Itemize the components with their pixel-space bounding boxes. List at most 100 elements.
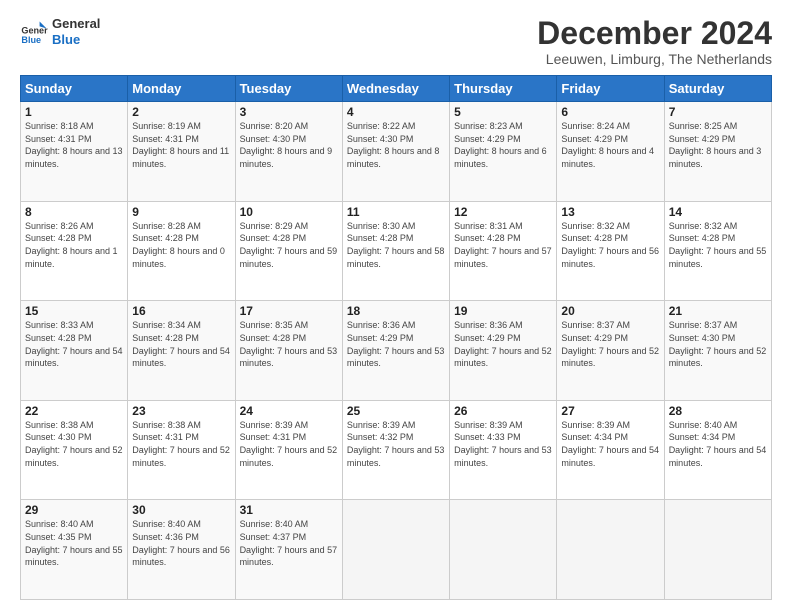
calendar-cell: 8Sunrise: 8:26 AMSunset: 4:28 PMDaylight… <box>21 201 128 301</box>
day-info: Sunrise: 8:19 AMSunset: 4:31 PMDaylight:… <box>132 120 230 170</box>
weekday-monday: Monday <box>128 76 235 102</box>
day-number: 16 <box>132 304 230 318</box>
day-info: Sunrise: 8:22 AMSunset: 4:30 PMDaylight:… <box>347 120 445 170</box>
calendar-cell: 31Sunrise: 8:40 AMSunset: 4:37 PMDayligh… <box>235 500 342 600</box>
day-info: Sunrise: 8:20 AMSunset: 4:30 PMDaylight:… <box>240 120 338 170</box>
week-row-1: 1Sunrise: 8:18 AMSunset: 4:31 PMDaylight… <box>21 102 772 202</box>
day-info: Sunrise: 8:26 AMSunset: 4:28 PMDaylight:… <box>25 220 123 270</box>
day-info: Sunrise: 8:40 AMSunset: 4:34 PMDaylight:… <box>669 419 767 469</box>
day-number: 15 <box>25 304 123 318</box>
day-number: 27 <box>561 404 659 418</box>
calendar-cell: 1Sunrise: 8:18 AMSunset: 4:31 PMDaylight… <box>21 102 128 202</box>
svg-text:Blue: Blue <box>21 35 41 45</box>
day-number: 10 <box>240 205 338 219</box>
calendar-cell: 25Sunrise: 8:39 AMSunset: 4:32 PMDayligh… <box>342 400 449 500</box>
day-number: 6 <box>561 105 659 119</box>
day-number: 3 <box>240 105 338 119</box>
day-info: Sunrise: 8:33 AMSunset: 4:28 PMDaylight:… <box>25 319 123 369</box>
day-number: 22 <box>25 404 123 418</box>
day-number: 1 <box>25 105 123 119</box>
day-number: 21 <box>669 304 767 318</box>
day-info: Sunrise: 8:29 AMSunset: 4:28 PMDaylight:… <box>240 220 338 270</box>
day-info: Sunrise: 8:40 AMSunset: 4:35 PMDaylight:… <box>25 518 123 568</box>
calendar-cell: 30Sunrise: 8:40 AMSunset: 4:36 PMDayligh… <box>128 500 235 600</box>
calendar-cell: 26Sunrise: 8:39 AMSunset: 4:33 PMDayligh… <box>450 400 557 500</box>
day-number: 13 <box>561 205 659 219</box>
day-number: 29 <box>25 503 123 517</box>
month-title: December 2024 <box>537 16 772 51</box>
day-number: 17 <box>240 304 338 318</box>
calendar-cell: 22Sunrise: 8:38 AMSunset: 4:30 PMDayligh… <box>21 400 128 500</box>
day-info: Sunrise: 8:40 AMSunset: 4:37 PMDaylight:… <box>240 518 338 568</box>
day-info: Sunrise: 8:38 AMSunset: 4:30 PMDaylight:… <box>25 419 123 469</box>
calendar-cell: 27Sunrise: 8:39 AMSunset: 4:34 PMDayligh… <box>557 400 664 500</box>
logo: General Blue General Blue <box>20 16 100 47</box>
day-number: 9 <box>132 205 230 219</box>
calendar-cell: 23Sunrise: 8:38 AMSunset: 4:31 PMDayligh… <box>128 400 235 500</box>
day-info: Sunrise: 8:31 AMSunset: 4:28 PMDaylight:… <box>454 220 552 270</box>
calendar-cell: 29Sunrise: 8:40 AMSunset: 4:35 PMDayligh… <box>21 500 128 600</box>
logo-general: General <box>52 16 100 32</box>
calendar-cell: 28Sunrise: 8:40 AMSunset: 4:34 PMDayligh… <box>664 400 771 500</box>
weekday-friday: Friday <box>557 76 664 102</box>
day-number: 5 <box>454 105 552 119</box>
calendar-cell: 2Sunrise: 8:19 AMSunset: 4:31 PMDaylight… <box>128 102 235 202</box>
day-number: 30 <box>132 503 230 517</box>
day-info: Sunrise: 8:37 AMSunset: 4:29 PMDaylight:… <box>561 319 659 369</box>
day-info: Sunrise: 8:39 AMSunset: 4:34 PMDaylight:… <box>561 419 659 469</box>
calendar-cell: 6Sunrise: 8:24 AMSunset: 4:29 PMDaylight… <box>557 102 664 202</box>
day-info: Sunrise: 8:34 AMSunset: 4:28 PMDaylight:… <box>132 319 230 369</box>
calendar-cell: 17Sunrise: 8:35 AMSunset: 4:28 PMDayligh… <box>235 301 342 401</box>
day-info: Sunrise: 8:39 AMSunset: 4:32 PMDaylight:… <box>347 419 445 469</box>
day-number: 8 <box>25 205 123 219</box>
calendar-cell: 12Sunrise: 8:31 AMSunset: 4:28 PMDayligh… <box>450 201 557 301</box>
week-row-2: 8Sunrise: 8:26 AMSunset: 4:28 PMDaylight… <box>21 201 772 301</box>
day-number: 2 <box>132 105 230 119</box>
weekday-thursday: Thursday <box>450 76 557 102</box>
day-info: Sunrise: 8:35 AMSunset: 4:28 PMDaylight:… <box>240 319 338 369</box>
week-row-5: 29Sunrise: 8:40 AMSunset: 4:35 PMDayligh… <box>21 500 772 600</box>
calendar-cell: 20Sunrise: 8:37 AMSunset: 4:29 PMDayligh… <box>557 301 664 401</box>
calendar-cell: 5Sunrise: 8:23 AMSunset: 4:29 PMDaylight… <box>450 102 557 202</box>
calendar-cell: 16Sunrise: 8:34 AMSunset: 4:28 PMDayligh… <box>128 301 235 401</box>
calendar-cell: 14Sunrise: 8:32 AMSunset: 4:28 PMDayligh… <box>664 201 771 301</box>
weekday-tuesday: Tuesday <box>235 76 342 102</box>
calendar-cell: 11Sunrise: 8:30 AMSunset: 4:28 PMDayligh… <box>342 201 449 301</box>
calendar-cell <box>557 500 664 600</box>
location: Leeuwen, Limburg, The Netherlands <box>537 51 772 67</box>
calendar: SundayMondayTuesdayWednesdayThursdayFrid… <box>20 75 772 600</box>
weekday-wednesday: Wednesday <box>342 76 449 102</box>
day-info: Sunrise: 8:36 AMSunset: 4:29 PMDaylight:… <box>454 319 552 369</box>
calendar-cell <box>664 500 771 600</box>
calendar-cell: 4Sunrise: 8:22 AMSunset: 4:30 PMDaylight… <box>342 102 449 202</box>
calendar-cell <box>450 500 557 600</box>
day-number: 26 <box>454 404 552 418</box>
weekday-sunday: Sunday <box>21 76 128 102</box>
day-info: Sunrise: 8:24 AMSunset: 4:29 PMDaylight:… <box>561 120 659 170</box>
calendar-cell: 3Sunrise: 8:20 AMSunset: 4:30 PMDaylight… <box>235 102 342 202</box>
day-number: 18 <box>347 304 445 318</box>
calendar-cell: 7Sunrise: 8:25 AMSunset: 4:29 PMDaylight… <box>664 102 771 202</box>
day-info: Sunrise: 8:40 AMSunset: 4:36 PMDaylight:… <box>132 518 230 568</box>
calendar-cell: 21Sunrise: 8:37 AMSunset: 4:30 PMDayligh… <box>664 301 771 401</box>
day-info: Sunrise: 8:30 AMSunset: 4:28 PMDaylight:… <box>347 220 445 270</box>
calendar-cell <box>342 500 449 600</box>
day-number: 28 <box>669 404 767 418</box>
day-number: 20 <box>561 304 659 318</box>
day-number: 25 <box>347 404 445 418</box>
weekday-saturday: Saturday <box>664 76 771 102</box>
calendar-cell: 19Sunrise: 8:36 AMSunset: 4:29 PMDayligh… <box>450 301 557 401</box>
day-number: 4 <box>347 105 445 119</box>
logo-blue: Blue <box>52 32 100 48</box>
day-info: Sunrise: 8:39 AMSunset: 4:31 PMDaylight:… <box>240 419 338 469</box>
day-number: 31 <box>240 503 338 517</box>
day-number: 14 <box>669 205 767 219</box>
day-number: 7 <box>669 105 767 119</box>
day-info: Sunrise: 8:36 AMSunset: 4:29 PMDaylight:… <box>347 319 445 369</box>
day-info: Sunrise: 8:32 AMSunset: 4:28 PMDaylight:… <box>669 220 767 270</box>
calendar-cell: 24Sunrise: 8:39 AMSunset: 4:31 PMDayligh… <box>235 400 342 500</box>
calendar-cell: 13Sunrise: 8:32 AMSunset: 4:28 PMDayligh… <box>557 201 664 301</box>
week-row-3: 15Sunrise: 8:33 AMSunset: 4:28 PMDayligh… <box>21 301 772 401</box>
day-number: 12 <box>454 205 552 219</box>
day-info: Sunrise: 8:37 AMSunset: 4:30 PMDaylight:… <box>669 319 767 369</box>
